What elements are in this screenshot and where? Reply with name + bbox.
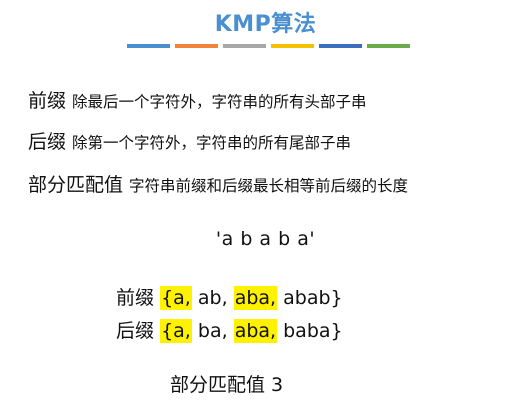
definition-desc: 除第一个字符外，字符串的所有尾部子串 bbox=[72, 134, 352, 152]
prefix-label: 前缀 bbox=[116, 287, 155, 309]
definition-desc: 除最后一个字符外，字符串的所有头部子串 bbox=[72, 93, 367, 111]
title-color-bar bbox=[127, 44, 410, 48]
slide: KMP算法 前缀 除最后一个字符外，字符串的所有头部子串 后缀 除第一个字符外，字符… bbox=[0, 0, 531, 401]
color-bar-segment-orange bbox=[175, 44, 218, 48]
list-item: a, bbox=[173, 320, 191, 342]
page-title: KMP算法 bbox=[214, 12, 317, 37]
prefix-item-a: {a, bbox=[160, 286, 192, 310]
list-item: abab} bbox=[283, 287, 343, 309]
definition-suffix: 后缀 除第一个字符外，字符串的所有尾部子串 bbox=[28, 127, 351, 154]
suffix-item-a: {a, bbox=[160, 319, 192, 343]
list-item: ab, bbox=[197, 287, 228, 309]
list-item: baba} bbox=[283, 320, 343, 342]
definition-term: 后缀 bbox=[28, 131, 67, 153]
prefix-list: 前缀 {a, ab, aba, abab} bbox=[116, 283, 343, 310]
partial-match-result: 部分匹配值 3 bbox=[170, 374, 284, 396]
color-bar-segment-yellow bbox=[271, 44, 314, 48]
definition-prefix: 前缀 除最后一个字符外，字符串的所有头部子串 bbox=[28, 86, 367, 113]
brace-open: { bbox=[161, 320, 174, 342]
definition-term: 部分匹配值 bbox=[28, 174, 124, 196]
definition-term: 前缀 bbox=[28, 90, 67, 112]
example-string: 'a b a b a' bbox=[215, 228, 316, 250]
color-bar-segment-green bbox=[367, 44, 410, 48]
color-bar-segment-gray bbox=[223, 44, 266, 48]
list-item: a, bbox=[173, 287, 191, 309]
color-bar-segment-blue bbox=[127, 44, 170, 48]
definition-desc: 字符串前缀和后缀最长相等前后缀的长度 bbox=[129, 177, 409, 195]
list-item-highlight: aba, bbox=[233, 319, 278, 343]
suffix-label: 后缀 bbox=[116, 320, 155, 342]
list-item-highlight: aba, bbox=[233, 286, 278, 310]
brace-open: { bbox=[161, 287, 174, 309]
color-bar-segment-darkblue bbox=[319, 44, 362, 48]
suffix-list: 后缀 {a, ba, aba, baba} bbox=[116, 316, 343, 343]
list-item: ba, bbox=[197, 320, 228, 342]
definition-partial-match: 部分匹配值 字符串前缀和后缀最长相等前后缀的长度 bbox=[28, 170, 408, 197]
